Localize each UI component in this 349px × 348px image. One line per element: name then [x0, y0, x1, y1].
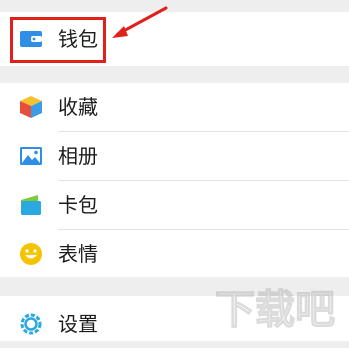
- menu-item-favorites-label: 收藏: [58, 95, 98, 119]
- emoji-icon: [18, 241, 44, 267]
- menu-item-album[interactable]: 相册: [0, 132, 349, 180]
- menu-item-settings-label: 设置: [58, 312, 98, 336]
- menu-item-emoji[interactable]: 表情: [0, 230, 349, 278]
- card-pack-icon: [18, 192, 44, 218]
- highlight-box: [10, 17, 106, 63]
- menu-item-card-pack-label: 卡包: [58, 193, 98, 217]
- gear-icon: [18, 311, 44, 337]
- features-group: 收藏 相册 卡包 表情: [0, 83, 349, 277]
- album-icon: [18, 143, 44, 169]
- svg-text:下载吧: 下载吧: [215, 287, 335, 333]
- menu-item-emoji-label: 表情: [58, 242, 98, 266]
- watermark-logo: 下载吧: [214, 286, 335, 333]
- favorites-cube-icon: [18, 94, 44, 120]
- menu-item-album-label: 相册: [58, 144, 98, 168]
- menu-item-card-pack[interactable]: 卡包: [0, 181, 349, 229]
- menu-item-favorites[interactable]: 收藏: [0, 83, 349, 131]
- annotation-arrow-icon: [112, 6, 168, 38]
